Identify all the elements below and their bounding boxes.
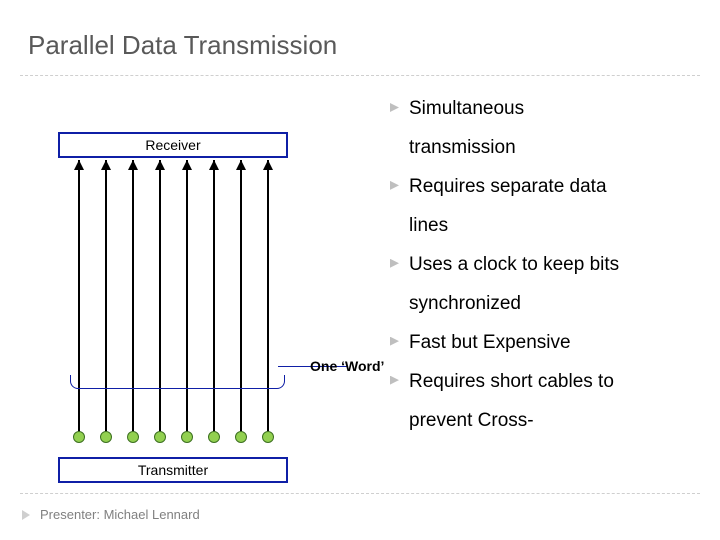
bullet-item: Requires separate data (390, 168, 702, 207)
arrowhead-icon (182, 160, 192, 170)
arrowhead-icon (74, 160, 84, 170)
data-bit-dot (181, 431, 193, 443)
bullet-item: Requires short cables to (390, 363, 702, 402)
arrowhead-icon (209, 160, 219, 170)
data-bit-dot (73, 431, 85, 443)
data-wire (78, 160, 80, 437)
receiver-box: Receiver (58, 132, 288, 158)
data-bit-dot (208, 431, 220, 443)
bullet-item: Uses a clock to keep bits (390, 246, 702, 285)
data-bit-dot (100, 431, 112, 443)
bullet-continuation: transmission (390, 129, 702, 168)
footer-caret-icon (22, 510, 30, 520)
diagram-column: Receiver One ‘Word’ Transmitter (0, 90, 390, 485)
bullet-continuation: lines (390, 207, 702, 246)
data-wire (186, 160, 188, 437)
footer-divider (20, 493, 700, 494)
data-bit-dot (235, 431, 247, 443)
data-wire (240, 160, 242, 437)
data-wire (105, 160, 107, 437)
arrowhead-icon (263, 160, 273, 170)
data-wire (159, 160, 161, 437)
arrowhead-icon (236, 160, 246, 170)
data-bit-dot (127, 431, 139, 443)
bullet-column: Simultaneous transmission Requires separ… (390, 90, 720, 485)
data-bit-dot (154, 431, 166, 443)
presenter-label: Presenter: Michael Lennard (40, 507, 200, 522)
content-area: Receiver One ‘Word’ Transmitter Simultan… (0, 90, 720, 485)
bullet-item: Fast but Expensive (390, 324, 702, 363)
page-title: Parallel Data Transmission (28, 30, 692, 61)
parallel-transmission-diagram: Receiver One ‘Word’ Transmitter (58, 110, 318, 490)
data-wire (132, 160, 134, 437)
bullet-list: Simultaneous transmission Requires separ… (390, 90, 702, 440)
data-wire (213, 160, 215, 437)
arrowhead-icon (128, 160, 138, 170)
bullet-item: Simultaneous (390, 90, 702, 129)
arrowhead-icon (101, 160, 111, 170)
data-bit-dot (262, 431, 274, 443)
word-label: One ‘Word’ (310, 358, 384, 374)
title-divider (20, 75, 700, 76)
transmitter-box: Transmitter (58, 457, 288, 483)
data-wire (267, 160, 269, 437)
arrowhead-icon (155, 160, 165, 170)
bullet-continuation: prevent Cross- (390, 402, 702, 441)
word-brace (70, 375, 285, 389)
bullet-continuation: synchronized (390, 285, 702, 324)
